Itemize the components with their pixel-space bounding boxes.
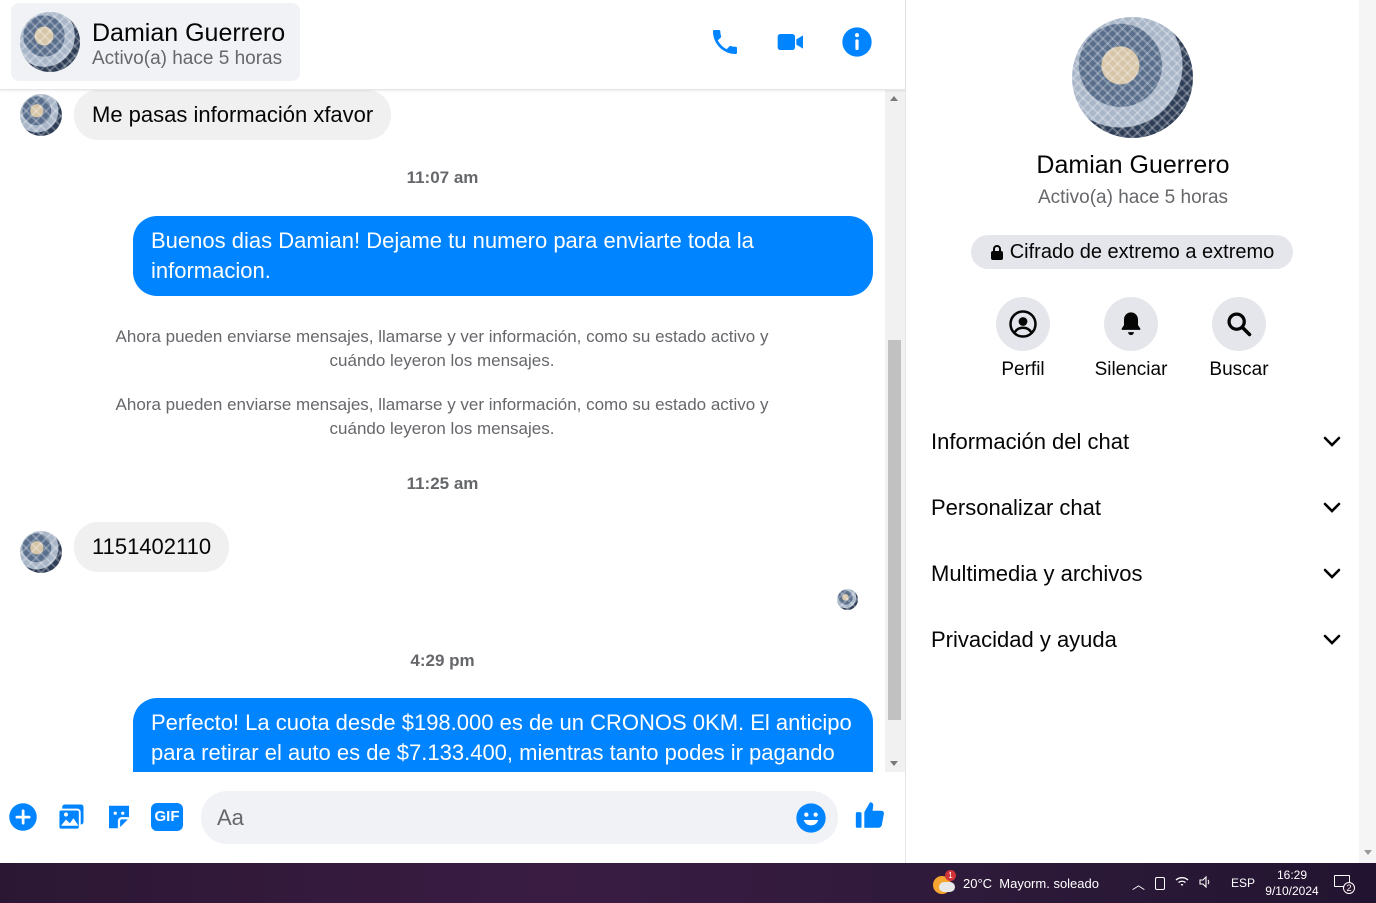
- clock[interactable]: 16:29 9/10/2024: [1262, 863, 1322, 903]
- chat-panel: Damian Guerrero Activo(a) hace 5 horas M…: [0, 0, 905, 863]
- mute-button[interactable]: Silenciar: [1081, 297, 1181, 381]
- search-label: Buscar: [1209, 359, 1269, 380]
- notification-center-button[interactable]: 2: [1334, 863, 1355, 903]
- scroll-down-arrow-icon[interactable]: [890, 761, 898, 766]
- chat-header: Damian Guerrero Activo(a) hace 5 horas: [0, 0, 905, 90]
- clock-time: 16:29: [1276, 868, 1308, 882]
- message-scrollbar[interactable]: [885, 90, 905, 772]
- weather-badge: 1: [945, 870, 956, 881]
- avatar[interactable]: [1072, 17, 1193, 138]
- e2e-label: Cifrado de extremo a extremo: [1009, 240, 1275, 263]
- profile-status: Activo(a) hace 5 horas: [1037, 187, 1229, 208]
- sticker-icon[interactable]: [102, 800, 136, 834]
- messenger-app: Damian Guerrero Activo(a) hace 5 horas M…: [0, 0, 1376, 863]
- search-icon[interactable]: [1212, 297, 1266, 351]
- timestamp: 4:29 pm: [410, 651, 475, 670]
- conversation-details-panel: Damian Guerrero Activo(a) hace 5 horas C…: [905, 0, 1359, 863]
- gif-label: GIF: [154, 808, 180, 825]
- section-label: Privacidad y ayuda: [931, 627, 1117, 652]
- timestamp: 11:07 am: [406, 168, 479, 187]
- seen-indicator-avatar: [837, 589, 858, 610]
- contact-name: Damian Guerrero: [92, 19, 286, 47]
- search-button[interactable]: Buscar: [1189, 297, 1289, 381]
- section-label: Personalizar chat: [931, 495, 1101, 520]
- side-panel-scrollbar[interactable]: [1359, 0, 1376, 863]
- message-bubble-incoming[interactable]: Me pasas información xfavor: [74, 90, 392, 140]
- windows-taskbar: 1 20°C Mayorm. soleado ︿ ESP 16:29 9/10/…: [0, 863, 1376, 903]
- composer: GIF: [0, 772, 905, 863]
- clock-date: 9/10/2024: [1265, 884, 1319, 898]
- bell-icon[interactable]: [1104, 297, 1158, 351]
- device-icon[interactable]: [1155, 876, 1166, 890]
- language-indicator[interactable]: ESP: [1231, 863, 1255, 903]
- message-bubble-incoming[interactable]: 1151402110: [74, 522, 230, 572]
- contact-header-button[interactable]: Damian Guerrero Activo(a) hace 5 horas: [11, 3, 300, 81]
- image-icon[interactable]: [54, 800, 88, 834]
- profile-label: Perfil: [1001, 359, 1045, 380]
- message-input[interactable]: [217, 803, 787, 833]
- chevron-down-icon: [1323, 568, 1341, 579]
- scroll-thumb[interactable]: [888, 340, 901, 720]
- profile-name: Damian Guerrero: [1036, 151, 1230, 179]
- section-privacy-support[interactable]: Privacidad y ayuda: [931, 620, 1341, 660]
- phone-icon[interactable]: [707, 24, 743, 60]
- video-icon[interactable]: [773, 24, 809, 60]
- emoji-icon[interactable]: [795, 802, 827, 834]
- system-tray[interactable]: ︿: [1132, 863, 1213, 903]
- profile-button[interactable]: Perfil: [973, 297, 1073, 381]
- plus-icon[interactable]: [6, 800, 40, 834]
- section-label: Información del chat: [931, 429, 1130, 454]
- message-bubble-outgoing[interactable]: Perfecto! La cuota desde $198.000 es de …: [133, 698, 873, 772]
- avatar[interactable]: [20, 531, 62, 573]
- scroll-up-arrow-icon[interactable]: [890, 96, 898, 101]
- chevron-up-icon[interactable]: ︿: [1132, 874, 1145, 893]
- system-notice: Ahora pueden enviarse mensajes, llamarse…: [115, 395, 769, 438]
- section-media-files[interactable]: Multimedia y archivos: [931, 554, 1341, 594]
- section-label: Multimedia y archivos: [931, 561, 1143, 586]
- chevron-down-icon: [1323, 634, 1341, 645]
- gif-icon[interactable]: GIF: [150, 800, 184, 834]
- weather-text: 20°C Mayorm. soleado: [963, 875, 1099, 891]
- message-input-container[interactable]: [201, 791, 838, 844]
- notification-count: 2: [1343, 882, 1355, 894]
- section-customize-chat[interactable]: Personalizar chat: [931, 488, 1341, 528]
- info-icon[interactable]: [839, 24, 875, 60]
- thumbs-up-icon[interactable]: [853, 798, 887, 832]
- scroll-down-arrow-icon[interactable]: [1364, 850, 1372, 855]
- message-list[interactable]: Me pasas información xfavor 11:07 am Bue…: [0, 90, 885, 772]
- lock-icon: [990, 245, 1003, 260]
- notification-icon: 2: [1334, 874, 1355, 894]
- message-bubble-outgoing[interactable]: Buenos dias Damian! Dejame tu numero par…: [133, 216, 873, 296]
- system-notice: Ahora pueden enviarse mensajes, llamarse…: [115, 327, 769, 370]
- e2e-encryption-badge[interactable]: Cifrado de extremo a extremo: [971, 235, 1293, 269]
- weather-icon: 1: [933, 870, 956, 894]
- mute-label: Silenciar: [1094, 359, 1168, 380]
- weather-widget[interactable]: 1 20°C Mayorm. soleado: [933, 863, 1099, 903]
- profile-icon[interactable]: [996, 297, 1050, 351]
- chevron-down-icon: [1323, 436, 1341, 447]
- contact-status: Activo(a) hace 5 horas: [92, 48, 283, 69]
- avatar[interactable]: [20, 12, 80, 72]
- section-chat-info[interactable]: Información del chat: [931, 422, 1341, 462]
- volume-icon[interactable]: [1199, 875, 1213, 891]
- timestamp: 11:25 am: [406, 474, 479, 493]
- avatar[interactable]: [20, 94, 62, 136]
- chevron-down-icon: [1323, 502, 1341, 513]
- wifi-icon[interactable]: [1175, 876, 1189, 891]
